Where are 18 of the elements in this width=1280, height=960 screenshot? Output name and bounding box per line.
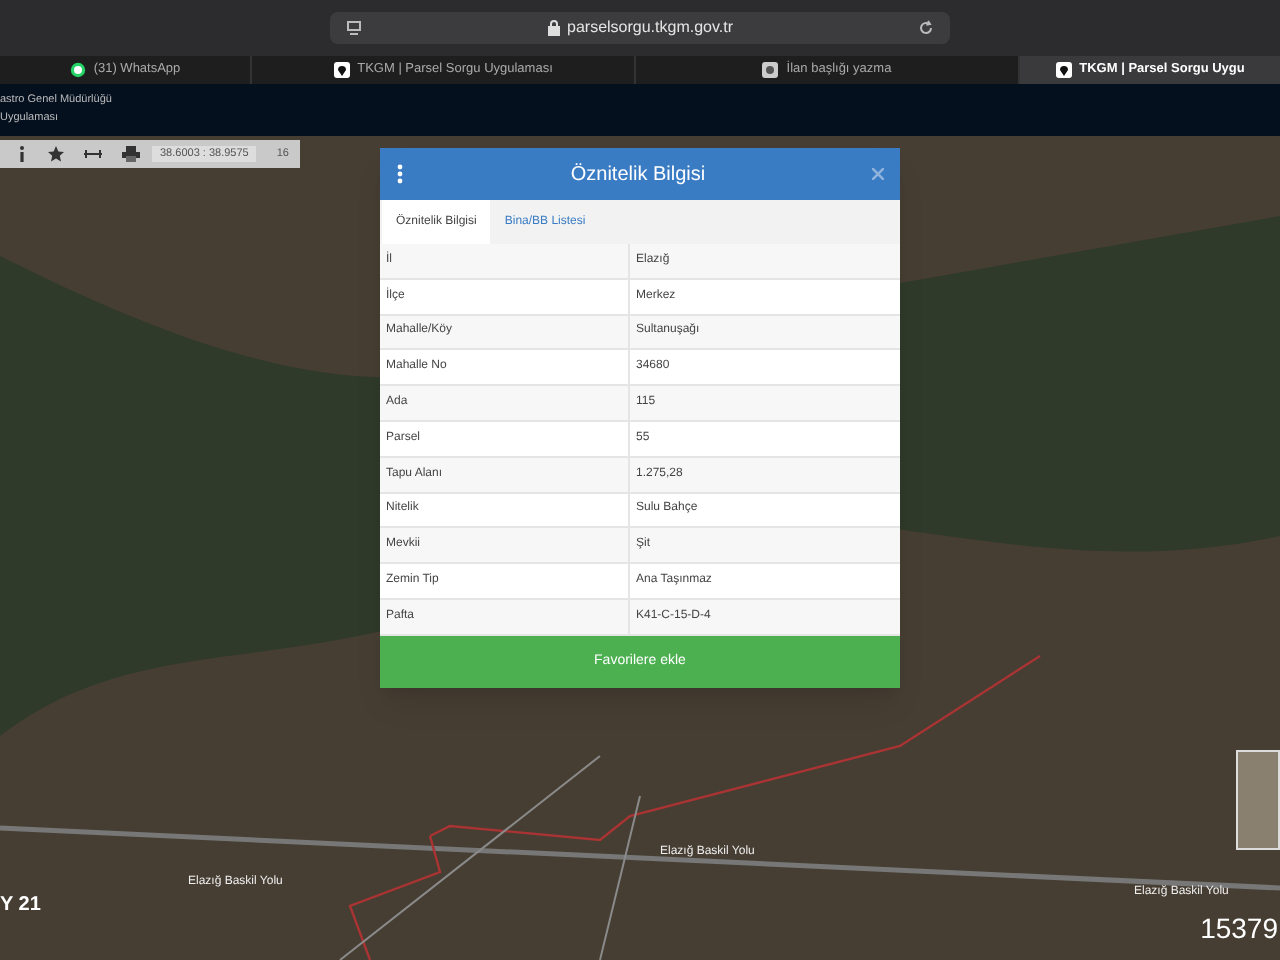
measure-icon[interactable]: [84, 148, 102, 160]
dialog-title: Öznitelik Bilgisi: [568, 161, 708, 189]
chat-icon: [69, 62, 86, 78]
reload-icon[interactable]: [918, 20, 934, 36]
url-text: parselsorgu.tkgm.gov.tr: [567, 16, 733, 40]
road-label: Y 21: [0, 892, 41, 920]
pin-icon: [1055, 62, 1072, 78]
map-number: 15379: [1200, 910, 1278, 948]
camera-icon: [762, 62, 779, 78]
address-bar[interactable]: parselsorgu.tkgm.gov.tr: [330, 12, 950, 44]
menu-icon[interactable]: [396, 164, 404, 184]
star-icon[interactable]: [48, 146, 64, 162]
page-icon: [346, 20, 362, 36]
map-thumbnail[interactable]: [1236, 750, 1280, 850]
lock-icon: [547, 20, 559, 36]
print-icon[interactable]: [122, 146, 140, 162]
info-icon[interactable]: [16, 146, 28, 162]
pin-icon: [333, 62, 350, 78]
